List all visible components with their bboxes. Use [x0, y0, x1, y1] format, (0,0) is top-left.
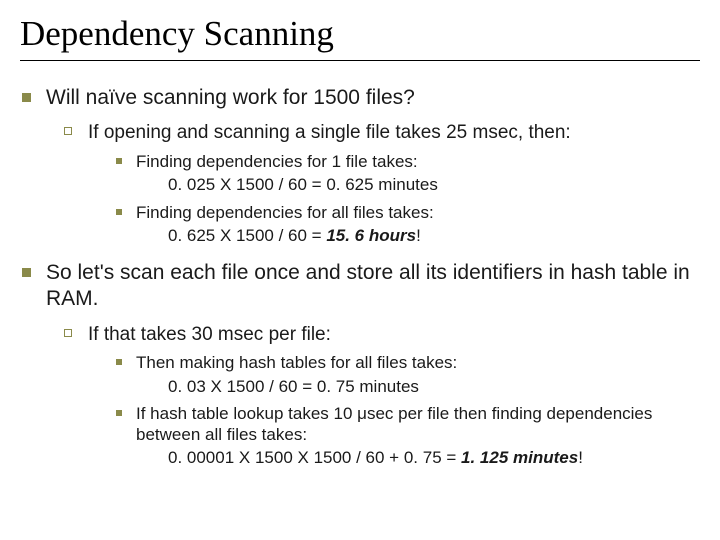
bullet-text: So let's scan each file once and store a…	[46, 261, 690, 310]
pt-text-a: If hash table lookup takes 10	[136, 404, 357, 423]
pt-text: Then making hash tables for all files ta…	[136, 353, 457, 372]
calc-post: !	[578, 448, 583, 467]
pt-all-files: Finding dependencies for all files takes…	[110, 202, 700, 223]
calc-result: 1. 125 minutes	[461, 448, 578, 467]
pt-text: Finding dependencies for 1 file takes:	[136, 152, 418, 171]
subbullet-30msec: If that takes 30 msec per file: Then mak…	[58, 323, 700, 469]
pt-make-hash-calc: 0. 03 X 1500 / 60 = 0. 75 minutes	[110, 376, 700, 397]
calc-pre: 0. 00001 X 1500 X 1500 / 60 + 0. 75 =	[168, 448, 461, 467]
subbullet-text: If opening and scanning a single file ta…	[88, 122, 571, 143]
pt-make-hash: Then making hash tables for all files ta…	[110, 352, 700, 373]
pt-lookup-calc: 0. 00001 X 1500 X 1500 / 60 + 0. 75 = 1.…	[110, 447, 700, 468]
pt-all-files-calc: 0. 625 X 1500 / 60 = 15. 6 hours!	[110, 225, 700, 246]
slide-body: Will naïve scanning work for 1500 files?…	[20, 85, 700, 469]
slide: Dependency Scanning Will naïve scanning …	[0, 0, 720, 540]
subbullet-text: If that takes 30 msec per file:	[88, 324, 331, 345]
pt-lookup: If hash table lookup takes 10 μsec per f…	[110, 403, 700, 446]
calc-pre: 0. 625 X 1500 / 60 =	[168, 226, 326, 245]
bullet-text: Will naïve scanning work for 1500 files?	[46, 86, 415, 109]
mu-icon: μ	[357, 404, 367, 423]
pt-one-file: Finding dependencies for 1 file takes:	[110, 151, 700, 172]
pt-one-file-calc: 0. 025 X 1500 / 60 = 0. 625 minutes	[110, 174, 700, 195]
calc-post: !	[416, 226, 421, 245]
calc-result: 15. 6 hours	[326, 226, 416, 245]
bullet-hash-table: So let's scan each file once and store a…	[20, 260, 700, 469]
slide-title: Dependency Scanning	[20, 14, 700, 61]
bullet-naive-scanning: Will naïve scanning work for 1500 files?…	[20, 85, 700, 246]
pt-text: Finding dependencies for all files takes…	[136, 203, 434, 222]
subbullet-open-scan-time: If opening and scanning a single file ta…	[58, 121, 700, 246]
